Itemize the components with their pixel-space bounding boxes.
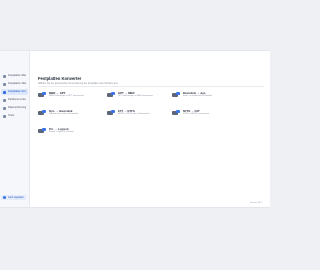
card-description: Dynamische in Basis-Festplatte [49, 113, 79, 115]
converter-card-fat-ntfs[interactable]: FAT → NTFS FAT32 in NTFS ohne Datenverlu… [107, 109, 163, 123]
sidebar-item-label: Datensicherung & Klonen [8, 106, 26, 109]
backup-icon [3, 106, 6, 110]
sidebar-item-disk-manager[interactable]: Festplatten-Manager [1, 73, 28, 79]
converter-card-ntfs-fat[interactable]: NTFS → FAT NTFS in FAT32 konvertieren [172, 109, 228, 123]
converter-card-basic-dynamic[interactable]: Basisdisk → dyn. Basis- in dynamische Fe… [172, 91, 228, 105]
tools-icon [3, 114, 6, 118]
sidebar-item-label: Festplatten-Status [8, 82, 26, 85]
drive-convert-icon [172, 92, 180, 98]
page-title: Festplatten Konverter [38, 76, 82, 81]
health-icon [3, 82, 6, 86]
drive-convert-icon [172, 110, 180, 116]
status-text: Version 18.0 [249, 202, 262, 204]
partition-icon [3, 98, 6, 102]
card-description: Primär in logische Partition [49, 131, 74, 133]
card-description: MBR-Datenträger in GPT konvertieren [49, 95, 85, 97]
convert-icon [3, 90, 6, 94]
app-window: Festplatten-Manager Festplatten-Status F… [0, 50, 270, 208]
sidebar-item-label: Festplatten-Konverter [8, 90, 26, 93]
card-description: GPT-Datenträger in MBR konvertieren [118, 95, 154, 97]
drive-convert-icon [38, 128, 46, 134]
card-description: Basis- in dynamische Festplatte [183, 95, 213, 97]
sidebar: Festplatten-Manager Festplatten-Status F… [0, 51, 30, 207]
crown-icon [3, 196, 6, 199]
sidebar-item-label: Partitionen-Verwaltung [8, 98, 26, 101]
sidebar-item-label: Tools [8, 114, 15, 117]
sidebar-nav: Festplatten-Manager Festplatten-Status F… [0, 51, 29, 119]
page-subtitle: Wählen Sie die gewünschte Konvertierung … [38, 82, 119, 85]
card-description: FAT32 in NTFS ohne Datenverlust [118, 113, 150, 115]
converter-card-gpt-mbr[interactable]: GPT → MBR GPT-Datenträger in MBR konvert… [107, 91, 163, 105]
sidebar-item-backup-clone[interactable]: Datensicherung & Klonen [1, 105, 28, 111]
converter-card-dynamic-basic[interactable]: Dyn. → Basisdisk Dynamische in Basis-Fes… [38, 109, 94, 123]
card-description: NTFS in FAT32 konvertieren [183, 113, 210, 115]
upgrade-label: Jetzt upgraden [8, 196, 24, 199]
disk-icon [3, 74, 6, 78]
drive-convert-icon [107, 92, 115, 98]
sidebar-item-disk-converter[interactable]: Festplatten-Konverter [1, 89, 28, 95]
upgrade-button[interactable]: Jetzt upgraden [1, 195, 26, 200]
sidebar-item-label: Festplatten-Manager [8, 74, 26, 77]
drive-convert-icon [38, 92, 46, 98]
sidebar-item-disk-status[interactable]: Festplatten-Status [1, 81, 28, 87]
sidebar-item-tools[interactable]: Tools [1, 113, 28, 119]
converter-card-primary-logical[interactable]: Pri. → Logisch Primär in logische Partit… [38, 127, 94, 141]
main-content: Festplatten Konverter Wählen Sie die gew… [30, 51, 270, 207]
converter-card-mbr-gpt[interactable]: MBR → GPT MBR-Datenträger in GPT konvert… [38, 91, 94, 105]
sidebar-item-partition-management[interactable]: Partitionen-Verwaltung [1, 97, 28, 103]
divider [38, 86, 264, 87]
drive-convert-icon [38, 110, 46, 116]
drive-convert-icon [107, 110, 115, 116]
